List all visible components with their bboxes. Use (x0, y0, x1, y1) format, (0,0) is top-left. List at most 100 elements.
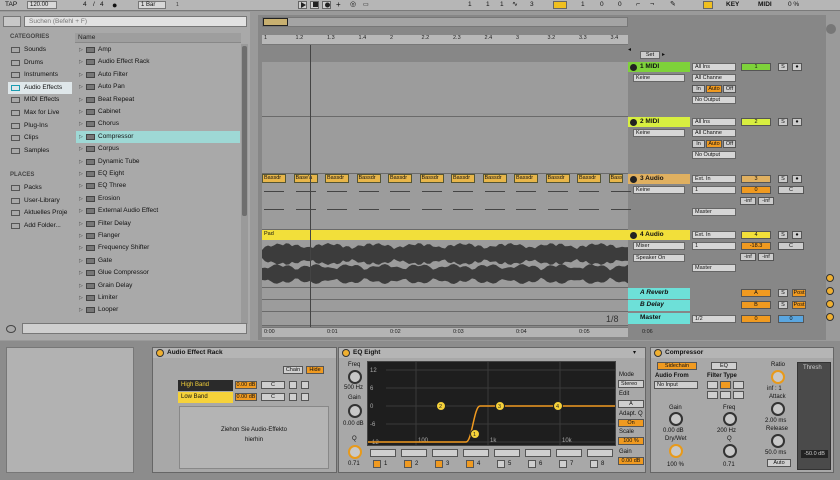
place-0[interactable]: Packs (8, 182, 72, 194)
loop-length-sixteenth[interactable]: 0 (618, 1, 622, 9)
master-header[interactable]: Master (628, 313, 690, 324)
metronome-pencil-icon[interactable]: ✎ (670, 1, 676, 9)
category-audio-effects[interactable]: Audio Effects (8, 81, 72, 94)
track-number-button[interactable]: 3 (741, 175, 771, 183)
tempo-field[interactable]: 120.00 (27, 1, 57, 9)
browser-scrollbar[interactable] (241, 44, 248, 324)
browser-item[interactable]: ▷ Auto Filter (76, 69, 240, 81)
return-letter-button[interactable]: B (741, 301, 771, 309)
browser-item[interactable]: ▷ Gate (76, 255, 240, 267)
loop-length-beat[interactable]: 0 (600, 1, 604, 9)
send-b-field[interactable]: -inf (758, 253, 774, 261)
browser-item[interactable]: ▷ Limiter (76, 292, 240, 304)
eq-mode-select[interactable]: Stereo (618, 380, 644, 388)
expand-arrow-icon[interactable]: ▷ (79, 168, 83, 180)
browser-item[interactable]: ▷ Cabinet (76, 106, 240, 118)
send-b-field[interactable]: -inf (758, 197, 774, 205)
category-drums[interactable]: Drums (8, 57, 72, 69)
monitor-auto-button[interactable]: Auto (706, 85, 722, 93)
comp-ratio-knob[interactable] (771, 370, 785, 384)
track-number-button[interactable]: 1 (741, 63, 771, 71)
eq-band-toggle[interactable] (404, 460, 412, 468)
browser-item[interactable]: ▷ Compressor (76, 130, 240, 144)
comp-thresh-value[interactable]: -50.0 dB (801, 450, 828, 458)
track-channel-select[interactable]: All Channe (692, 129, 736, 137)
track-fold-icon[interactable] (630, 176, 637, 183)
play-button[interactable] (298, 1, 307, 9)
track-pan-field[interactable]: C (778, 242, 804, 250)
track-lane-1-midi[interactable] (262, 62, 628, 117)
track-header-1[interactable]: 1 MIDI (628, 62, 690, 72)
browser-search-input[interactable]: Suchen (Befehl + F) (24, 16, 247, 27)
monitor-off-button[interactable]: Off (723, 140, 736, 148)
track-header-4[interactable]: 4 Audio (628, 230, 690, 240)
punch-in-icon[interactable]: ⌐ (636, 1, 640, 9)
chain-low-arm-icon[interactable] (301, 393, 309, 401)
eq-filter-type-select[interactable] (556, 449, 582, 457)
comp-release-value[interactable]: 50.0 ms (765, 450, 786, 456)
track-input-select[interactable]: All Ins (692, 63, 736, 71)
chain-low-pan[interactable]: C (261, 393, 285, 401)
returns-toggle-icon[interactable] (826, 300, 834, 308)
eq-scale-field[interactable]: 100 % (618, 437, 644, 445)
monitor-auto-button[interactable]: Auto (706, 140, 722, 148)
expand-arrow-icon[interactable]: ▷ (79, 81, 83, 93)
record-button[interactable] (322, 1, 331, 9)
browser-item[interactable]: ▷ Filter Delay (76, 218, 240, 230)
monitor-in-button[interactable]: In (692, 85, 705, 93)
overview-strip[interactable] (262, 17, 628, 27)
eq-power-icon[interactable] (342, 349, 350, 357)
preview-bar[interactable] (22, 323, 247, 334)
browser-toggle-icon[interactable] (3, 16, 21, 27)
set-next-icon[interactable]: ▸ (662, 51, 670, 59)
return-post-button[interactable]: Post (792, 301, 806, 309)
category-plug-ins[interactable]: Plug-Ins (8, 120, 72, 132)
track-header-3[interactable]: 3 Audio (628, 174, 690, 184)
browser-item[interactable]: ▷ Dynamic Tube (76, 156, 240, 168)
metronome-icon[interactable]: ● (112, 1, 117, 10)
chain-high-solo-icon[interactable] (289, 381, 297, 389)
category-instruments[interactable]: Instruments (8, 69, 72, 81)
comp-release-knob[interactable] (771, 434, 785, 448)
send-a-field[interactable]: -inf (740, 253, 756, 261)
chain-high-vol[interactable]: 0.00 dB (235, 381, 257, 389)
browser-item[interactable]: ▷ Amp (76, 44, 240, 56)
eq-adapt-toggle[interactable]: On (618, 419, 644, 427)
stop-button[interactable] (310, 1, 319, 9)
category-samples[interactable]: Samples (8, 145, 72, 157)
browser-item[interactable]: ▷ Beat Repeat (76, 94, 240, 106)
expand-arrow-icon[interactable]: ▷ (79, 156, 83, 168)
comp-filter-shape-button[interactable] (720, 381, 731, 389)
drum-clip[interactable]: Bassdr (356, 174, 381, 183)
expand-arrow-icon[interactable]: ▷ (79, 267, 83, 279)
comp-filter-shape-button[interactable] (733, 381, 744, 389)
midi-map-button[interactable]: MIDI (758, 1, 772, 9)
track-output-select[interactable]: Master (692, 264, 736, 272)
monitor-in-button[interactable]: In (692, 140, 705, 148)
overdub-icon[interactable]: + (336, 1, 341, 9)
eq-gain-value[interactable]: 0.00 dB (343, 421, 364, 427)
eq-band-toggle[interactable] (559, 460, 567, 468)
place-1[interactable]: User-Library (8, 195, 72, 207)
preview-icon[interactable] (6, 325, 16, 333)
meter-denominator[interactable]: 4 (100, 1, 104, 9)
expand-arrow-icon[interactable]: ▷ (79, 143, 83, 155)
browser-name-header[interactable]: Name (75, 33, 241, 43)
track-number-button[interactable]: 2 (741, 118, 771, 126)
comp-filter-shape-button[interactable] (707, 391, 718, 399)
master-volume-field[interactable]: 0 (741, 315, 771, 323)
follow-icon[interactable]: ▭ (363, 1, 369, 9)
loop-length-bar[interactable]: 1 (581, 1, 585, 9)
comp-threshold-meter[interactable]: Thresh -50.0 dB (797, 362, 831, 470)
drum-clip[interactable]: Bassdr (577, 174, 601, 183)
comp-attack-value[interactable]: 2.00 ms (765, 418, 786, 424)
comp-q-value[interactable]: 0.71 (723, 462, 735, 468)
comp-title[interactable]: Compressor (651, 348, 833, 358)
comp-q-knob[interactable] (723, 444, 737, 458)
send-a-field[interactable]: -inf (740, 197, 756, 205)
track-device-select[interactable]: Keine (633, 74, 685, 82)
eq-q-knob[interactable] (348, 445, 362, 459)
rack-drop-area[interactable]: Ziehon Sie Audio-Effekto hierhin (179, 406, 329, 469)
eq-filter-type-select[interactable] (494, 449, 520, 457)
comp-input-select[interactable]: No Input (654, 381, 698, 389)
